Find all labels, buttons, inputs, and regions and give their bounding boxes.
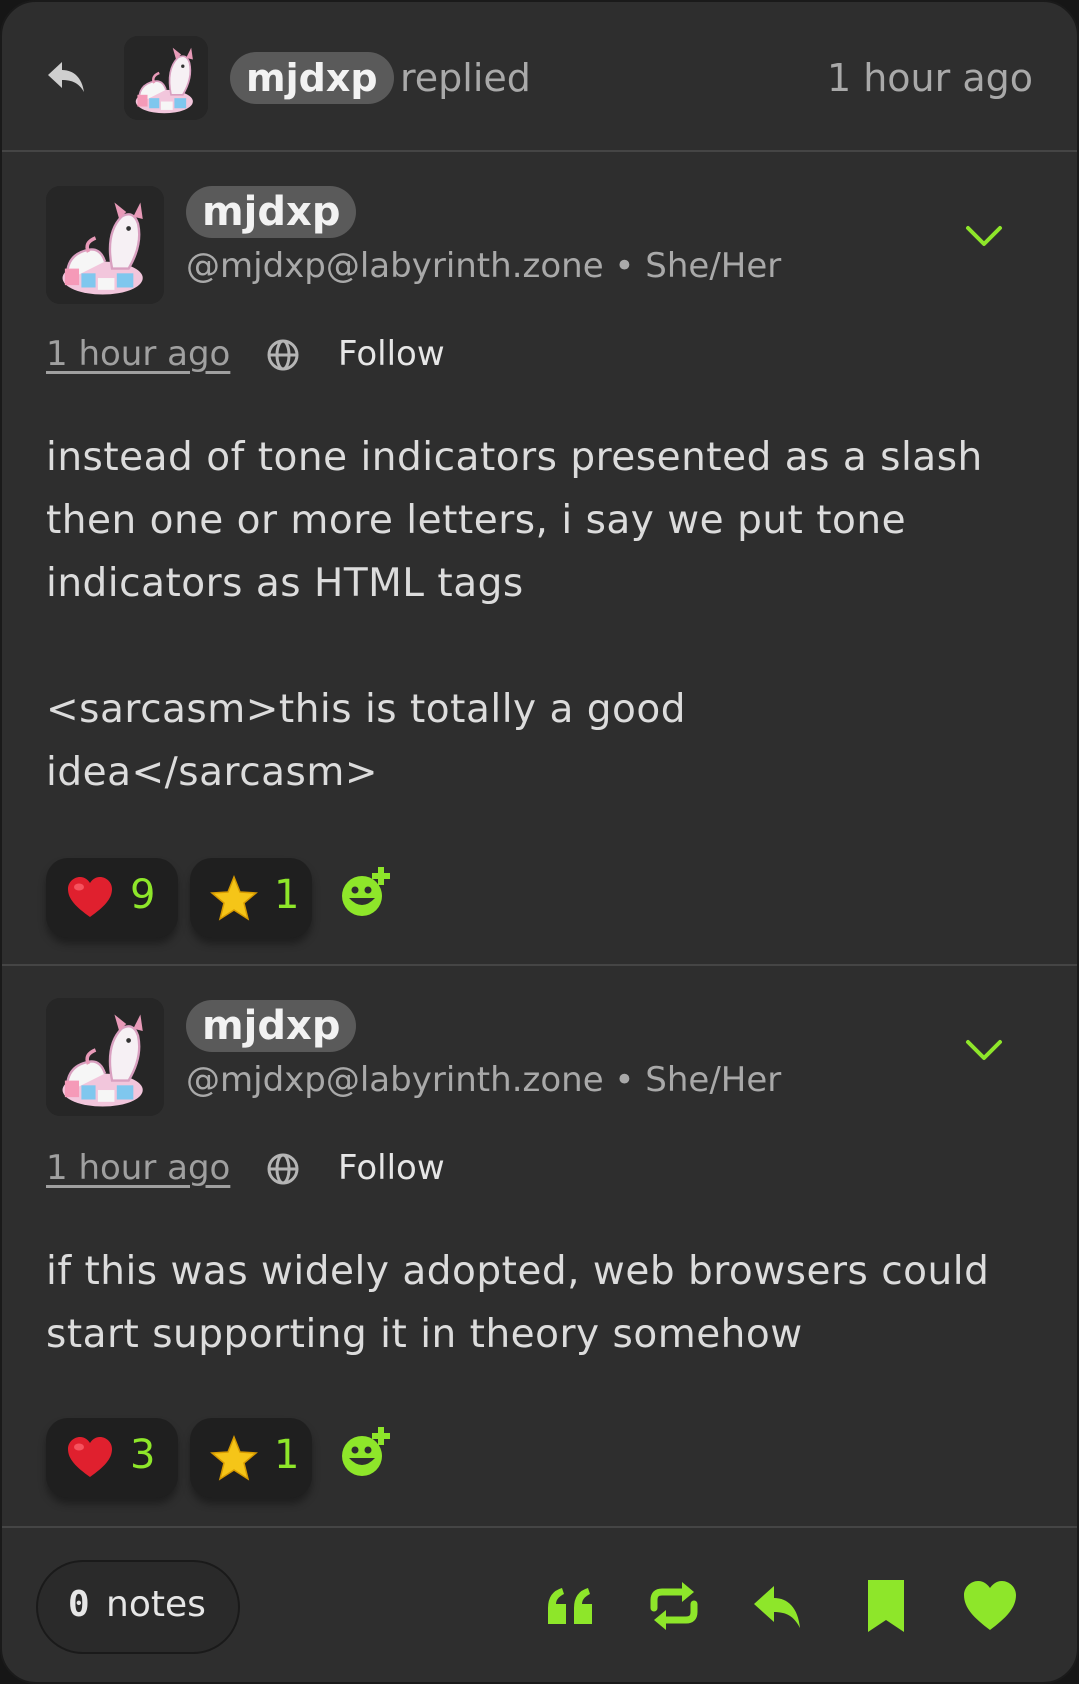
reply-thread-card: mjdxp replied 1 hour ago mjdxp @mjdxp@la…	[0, 0, 1079, 1684]
chevron-down-icon[interactable]	[964, 1036, 1004, 1066]
post-timestamp-link[interactable]: 1 hour ago	[46, 334, 230, 374]
add-reaction-icon[interactable]	[338, 1424, 394, 1480]
thread-header: mjdxp replied 1 hour ago	[2, 2, 1077, 152]
star-emoji-icon	[210, 1434, 258, 1482]
quote-icon[interactable]	[542, 1578, 598, 1634]
header-timestamp: 1 hour ago	[826, 56, 1033, 100]
bookmark-icon[interactable]	[858, 1578, 914, 1634]
reaction-count: 9	[130, 872, 156, 918]
post-content: instead of tone indicators presented as …	[46, 435, 983, 795]
star-emoji-icon	[210, 874, 258, 922]
header-username-pill[interactable]: mjdxp	[230, 52, 394, 104]
notes-button[interactable]: 0 notes	[36, 1560, 240, 1654]
like-icon[interactable]	[962, 1578, 1018, 1634]
chevron-down-icon[interactable]	[964, 222, 1004, 252]
reaction-count: 1	[274, 872, 300, 918]
red-heart-emoji-icon	[66, 874, 114, 922]
add-reaction-icon[interactable]	[338, 864, 394, 920]
reaction-star[interactable]: 1	[190, 858, 312, 938]
globe-icon	[266, 1152, 300, 1186]
globe-icon	[266, 338, 300, 372]
post-username-pill[interactable]: mjdxp	[186, 1000, 357, 1052]
reaction-heart[interactable]: 9	[46, 858, 178, 938]
header-action-text: replied	[400, 56, 531, 100]
post-username-pill[interactable]: mjdxp	[186, 186, 357, 238]
notes-label: notes	[106, 1584, 206, 1625]
avatar[interactable]	[124, 36, 208, 120]
reaction-count: 3	[130, 1432, 156, 1478]
post-handle: @mjdxp@labyrinth.zone • She/Her	[186, 1060, 782, 1100]
reaction-star[interactable]: 1	[190, 1418, 312, 1498]
red-heart-emoji-icon	[66, 1434, 114, 1482]
follow-button[interactable]: Follow	[338, 334, 445, 374]
post-footer: 0 notes	[2, 1528, 1077, 1682]
repost-icon[interactable]	[646, 1578, 702, 1634]
reply-arrow-icon	[48, 62, 84, 92]
post-1: mjdxp @mjdxp@labyrinth.zone • She/Her 1 …	[2, 152, 1077, 966]
post-2: mjdxp @mjdxp@labyrinth.zone • She/Her 1 …	[2, 966, 1077, 1528]
post-content: if this was widely adopted, web browsers…	[46, 1249, 990, 1357]
avatar[interactable]	[46, 186, 164, 304]
avatar[interactable]	[46, 998, 164, 1116]
reaction-count: 1	[274, 1432, 300, 1478]
reply-icon[interactable]	[752, 1578, 808, 1634]
post-timestamp-link[interactable]: 1 hour ago	[46, 1148, 230, 1188]
notes-count: 0	[68, 1584, 90, 1625]
post-handle: @mjdxp@labyrinth.zone • She/Her	[186, 246, 782, 286]
follow-button[interactable]: Follow	[338, 1148, 445, 1188]
reaction-heart[interactable]: 3	[46, 1418, 178, 1498]
